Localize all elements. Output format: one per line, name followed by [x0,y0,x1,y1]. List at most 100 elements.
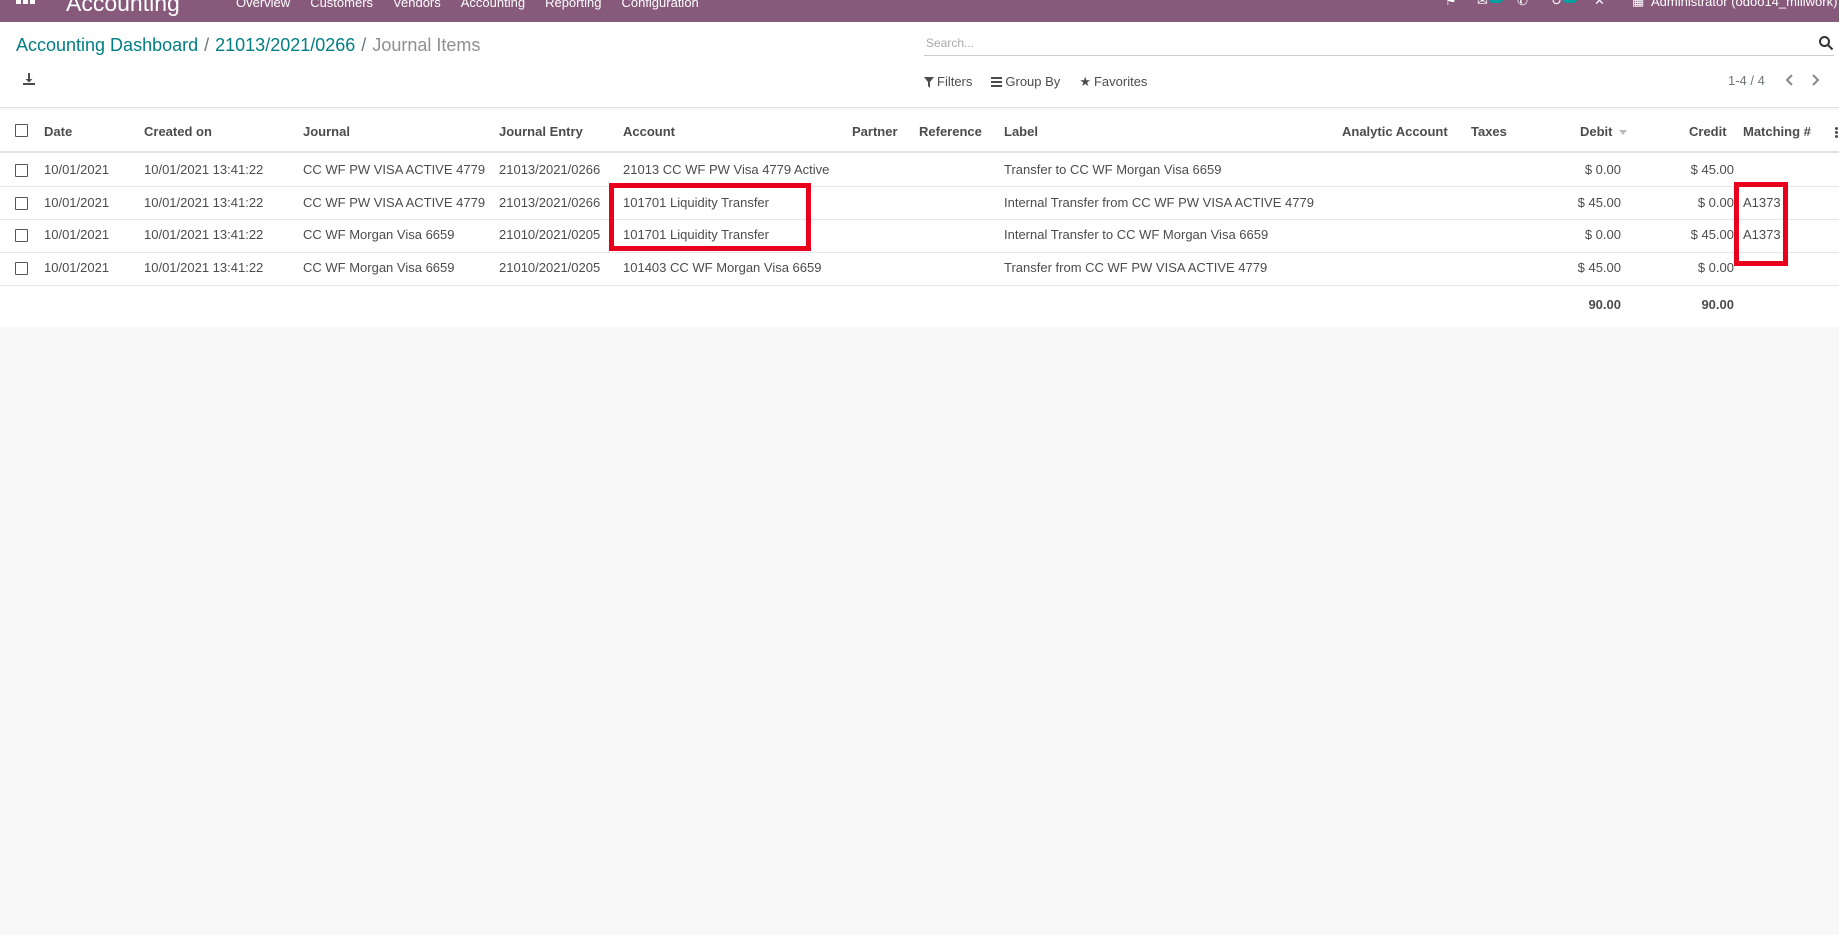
breadcrumb-journal-entry[interactable]: 21013/2021/0266 [215,35,355,55]
control-panel: Accounting Dashboard/21013/2021/0266/Jou… [0,22,1839,108]
star-icon: ★ [1079,74,1091,89]
cell-journal-entry: 21010/2021/0205 [499,227,601,242]
col-credit[interactable]: Credit [1689,124,1727,140]
col-journal-entry[interactable]: Journal Entry [499,124,583,140]
messages-icon[interactable]: ✉ [1477,0,1488,8]
user-menu[interactable]: Administrator (odoo14_millwork) [1651,0,1837,10]
col-partner[interactable]: Partner [852,124,898,140]
col-debit[interactable]: Debit [1580,124,1627,140]
cell-journal: CC WF Morgan Visa 6659 [303,260,455,275]
cell-label: Internal Transfer from CC WF PW VISA ACT… [1004,195,1314,210]
favorites-label: Favorites [1093,74,1148,89]
filters-label: Filters [937,74,973,89]
cell-account: 101701 Liquidity Transfer [623,195,769,210]
col-date[interactable]: Date [44,124,72,140]
group-by-label: Group By [1005,74,1061,89]
cell-credit: $ 45.00 [1690,227,1734,242]
col-taxes[interactable]: Taxes [1471,124,1507,140]
table-row[interactable]: 10/01/2021 10/01/2021 13:41:22 CC WF PW … [0,154,1839,187]
col-created-on[interactable]: Created on [144,124,212,140]
total-credit: 90.00 [1701,297,1734,312]
col-label[interactable]: Label [1004,124,1038,140]
download-button[interactable] [22,72,40,90]
col-matching[interactable]: Matching # [1743,124,1811,140]
col-journal[interactable]: Journal [303,124,350,140]
list-icon [991,77,1003,87]
breadcrumb: Accounting Dashboard/21013/2021/0266/Jou… [16,34,480,56]
row-checkbox[interactable] [15,164,28,177]
sort-caret-icon [1618,130,1627,136]
col-reference[interactable]: Reference [919,124,982,140]
cell-account: 101403 CC WF Morgan Visa 6659 [623,260,822,275]
breadcrumb-separator: / [361,35,367,55]
menu-reporting[interactable]: Reporting [545,0,601,11]
cell-created-on: 10/01/2021 13:41:22 [144,260,264,275]
select-all-checkbox[interactable] [15,124,28,137]
close-icon[interactable]: ✕ [1594,0,1605,8]
cell-credit: $ 0.00 [1697,260,1734,275]
cell-date: 10/01/2021 [44,195,110,210]
cell-matching: A1373 [1743,195,1781,210]
optional-columns-icon[interactable] [1835,127,1839,139]
cell-date: 10/01/2021 [44,260,110,275]
row-checkbox[interactable] [15,229,28,242]
table-footer: 90.00 90.00 [0,285,1839,327]
chevron-left-icon [1785,74,1793,86]
menu-accounting[interactable]: Accounting [461,0,525,11]
cell-label: Transfer from CC WF PW VISA ACTIVE 4779 [1004,260,1268,275]
menu-vendors[interactable]: Vendors [393,0,441,11]
activity-badge [1563,0,1577,3]
app-title[interactable]: Accounting [66,0,180,16]
filter-icon [924,76,934,88]
menu-configuration[interactable]: Configuration [621,0,698,11]
apps-menu-icon[interactable] [16,0,36,8]
search-options: Filters Group By ★ Favorites [924,74,1166,90]
cell-debit: $ 45.00 [1577,260,1621,275]
journal-items-list: Date Created on Journal Journal Entry Ac… [0,110,1839,327]
pager-value[interactable]: 1-4 / 4 [1728,73,1765,89]
menu-overview[interactable]: Overview [236,0,290,11]
cell-matching: A1373 [1743,227,1781,242]
bug-icon[interactable]: ⚑ [1445,0,1457,8]
total-debit: 90.00 [1588,297,1621,312]
row-checkbox[interactable] [15,197,28,210]
company-icon[interactable]: ▦ [1632,0,1644,8]
filters-button[interactable]: Filters [924,74,972,90]
cell-label: Internal Transfer to CC WF Morgan Visa 6… [1004,227,1269,242]
cell-account: 21013 CC WF PW Visa 4779 Active [623,162,830,177]
favorites-button[interactable]: ★ Favorites [1079,74,1147,90]
cell-label: Transfer to CC WF Morgan Visa 6659 [1004,162,1222,177]
cell-account: 101701 Liquidity Transfer [623,227,769,242]
breadcrumb-accounting-dashboard[interactable]: Accounting Dashboard [16,35,198,55]
col-account[interactable]: Account [623,124,675,140]
cell-date: 10/01/2021 [44,227,110,242]
cell-journal-entry: 21013/2021/0266 [499,162,601,177]
systray: ⚑ ✉ ✆ ↻ ✕ ▦ Administrator (odoo14_millwo… [1389,0,1839,12]
cell-credit: $ 0.00 [1697,195,1734,210]
cell-journal: CC WF Morgan Visa 6659 [303,227,455,242]
chevron-right-icon [1812,74,1820,86]
search-icon[interactable] [1818,35,1834,51]
activity-icon[interactable]: ↻ [1551,0,1562,8]
pager-previous-button[interactable] [1784,73,1798,89]
col-analytic-account[interactable]: Analytic Account [1342,124,1448,140]
table-row[interactable]: 10/01/2021 10/01/2021 13:41:22 CC WF Mor… [0,253,1839,286]
phone-icon[interactable]: ✆ [1517,0,1528,8]
cell-debit: $ 0.00 [1584,162,1621,177]
row-checkbox[interactable] [15,262,28,275]
table-row[interactable]: 10/01/2021 10/01/2021 13:41:22 CC WF Mor… [0,220,1839,253]
top-navbar: Accounting Overview Customers Vendors Ac… [0,0,1839,22]
cell-journal: CC WF PW VISA ACTIVE 4779 [303,162,486,177]
cell-debit: $ 45.00 [1577,195,1621,210]
table-row[interactable]: 10/01/2021 10/01/2021 13:41:22 CC WF PW … [0,187,1839,220]
col-debit-label: Debit [1580,124,1613,139]
search-input[interactable] [924,32,1804,54]
cell-debit: $ 0.00 [1584,227,1621,242]
pager-next-button[interactable] [1811,73,1825,89]
main-menu: Overview Customers Vendors Accounting Re… [236,0,699,11]
cell-created-on: 10/01/2021 13:41:22 [144,227,264,242]
menu-customers[interactable]: Customers [310,0,373,11]
cell-date: 10/01/2021 [44,162,110,177]
cell-credit: $ 45.00 [1690,162,1734,177]
group-by-button[interactable]: Group By [991,74,1060,90]
